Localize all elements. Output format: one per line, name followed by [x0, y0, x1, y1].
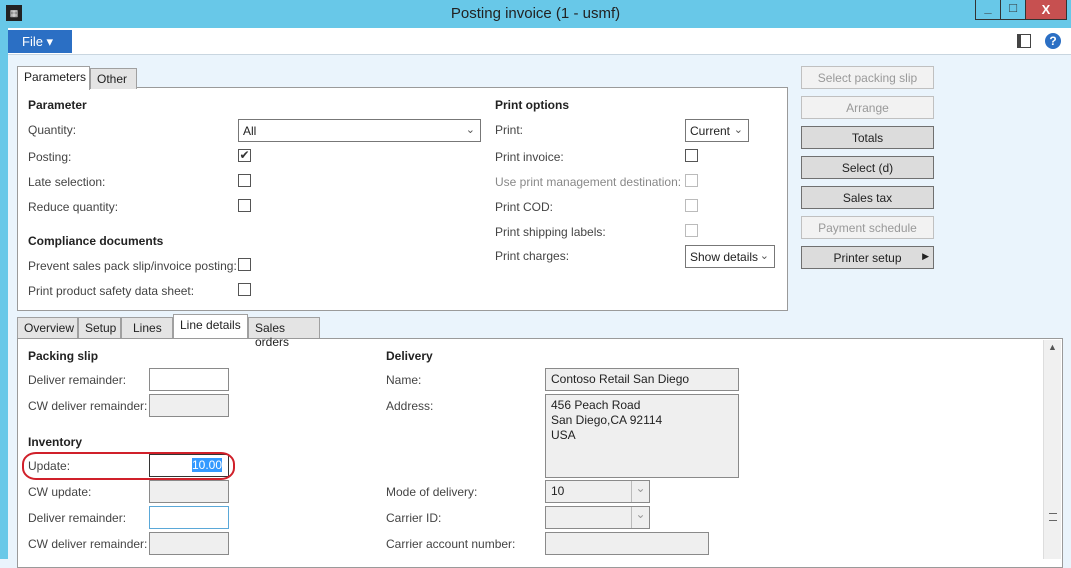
- print-invoice-checkbox[interactable]: [685, 149, 698, 162]
- payment-schedule-button[interactable]: Payment schedule: [801, 216, 934, 239]
- minimize-button[interactable]: _: [975, 0, 1001, 20]
- name-field[interactable]: Contoso Retail San Diego: [545, 368, 739, 391]
- print-select[interactable]: Current ⌄: [685, 119, 749, 142]
- address-label: Address:: [386, 399, 433, 413]
- tab-line-details[interactable]: Line details: [173, 314, 248, 338]
- inv-deliver-remainder-input[interactable]: [149, 506, 229, 529]
- inv-cw-deliver-remainder-label: CW deliver remainder:: [28, 537, 147, 551]
- print-value: Current: [690, 124, 730, 138]
- address-field[interactable]: 456 Peach Road San Diego,CA 92114 USA: [545, 394, 739, 478]
- printer-setup-label: Printer setup: [833, 251, 901, 265]
- packing-slip-heading: Packing slip: [28, 349, 98, 363]
- tab-setup[interactable]: Setup: [78, 317, 121, 338]
- print-shipping-labels-label: Print shipping labels:: [495, 225, 606, 239]
- quantity-select[interactable]: All ⌄: [238, 119, 481, 142]
- late-selection-label: Late selection:: [28, 175, 105, 189]
- maximize-button[interactable]: □: [1000, 0, 1026, 20]
- caret-right-icon: ▶: [922, 251, 929, 262]
- tab-overview[interactable]: Overview: [17, 317, 78, 338]
- name-label: Name:: [386, 373, 421, 387]
- ps-cw-deliver-remainder-label: CW deliver remainder:: [28, 399, 147, 413]
- ps-cw-deliver-remainder-input[interactable]: [149, 394, 229, 417]
- menu-bar: [8, 28, 1071, 55]
- arrange-button[interactable]: Arrange: [801, 96, 934, 119]
- prevent-posting-label: Prevent sales pack slip/invoice posting:: [28, 259, 237, 273]
- address-line: San Diego,CA 92114: [551, 413, 733, 428]
- print-shipping-labels-checkbox[interactable]: [685, 224, 698, 237]
- reduce-quantity-label: Reduce quantity:: [28, 200, 118, 214]
- cw-update-label: CW update:: [28, 485, 91, 499]
- inventory-heading: Inventory: [28, 435, 82, 449]
- address-line: USA: [551, 428, 733, 443]
- help-icon[interactable]: ?: [1045, 33, 1061, 49]
- address-line: 456 Peach Road: [551, 398, 733, 413]
- quantity-value: All: [243, 124, 256, 138]
- print-invoice-label: Print invoice:: [495, 150, 564, 164]
- vertical-scrollbar[interactable]: ▲: [1043, 340, 1061, 559]
- select-packing-slip-button[interactable]: Select packing slip: [801, 66, 934, 89]
- totals-button[interactable]: Totals: [801, 126, 934, 149]
- carrier-account-input[interactable]: [545, 532, 709, 555]
- print-cod-checkbox[interactable]: [685, 199, 698, 212]
- print-label: Print:: [495, 123, 523, 137]
- parameter-heading: Parameter: [28, 98, 87, 112]
- use-print-management-label: Use print management destination:: [495, 175, 681, 189]
- posting-label: Posting:: [28, 150, 71, 164]
- late-selection-checkbox[interactable]: [238, 174, 251, 187]
- carrier-id-label: Carrier ID:: [386, 511, 441, 525]
- safety-sheet-label: Print product safety data sheet:: [28, 284, 194, 298]
- ps-deliver-remainder-label: Deliver remainder:: [28, 373, 126, 387]
- select-button[interactable]: Select (d): [801, 156, 934, 179]
- print-cod-label: Print COD:: [495, 200, 553, 214]
- compliance-heading: Compliance documents: [28, 234, 163, 248]
- cw-update-input[interactable]: [149, 480, 229, 503]
- posting-checkbox[interactable]: ✔: [238, 149, 251, 162]
- chevron-down-icon[interactable]: ⌄: [631, 481, 649, 502]
- prevent-posting-checkbox[interactable]: [238, 258, 251, 271]
- mode-value: 10: [551, 484, 564, 498]
- delivery-heading: Delivery: [386, 349, 433, 363]
- window-border: [0, 28, 8, 559]
- scroll-thumb[interactable]: [1049, 513, 1057, 521]
- close-button[interactable]: X: [1025, 0, 1067, 20]
- mode-of-delivery-select[interactable]: 10 ⌄: [545, 480, 650, 503]
- tab-other[interactable]: Other: [90, 68, 137, 89]
- print-options-heading: Print options: [495, 98, 569, 112]
- carrier-account-label: Carrier account number:: [386, 537, 515, 551]
- use-print-management-checkbox[interactable]: [685, 174, 698, 187]
- mode-of-delivery-label: Mode of delivery:: [386, 485, 477, 499]
- scroll-up-icon[interactable]: ▲: [1048, 342, 1057, 352]
- quantity-label: Quantity:: [28, 123, 76, 137]
- chevron-down-icon[interactable]: ⌄: [631, 507, 649, 528]
- carrier-id-select[interactable]: ⌄: [545, 506, 650, 529]
- tab-parameters[interactable]: Parameters: [17, 66, 90, 90]
- file-menu-button[interactable]: File ▾: [8, 30, 72, 53]
- sales-tax-button[interactable]: Sales tax: [801, 186, 934, 209]
- tab-sales-orders[interactable]: Sales orders: [248, 317, 320, 338]
- window-title: Posting invoice (1 - usmf): [0, 5, 1071, 22]
- chevron-down-icon: ⌄: [466, 123, 475, 136]
- safety-sheet-checkbox[interactable]: [238, 283, 251, 296]
- print-charges-select[interactable]: Show details⌄: [685, 245, 775, 268]
- reduce-quantity-checkbox[interactable]: [238, 199, 251, 212]
- inv-deliver-remainder-label: Deliver remainder:: [28, 511, 126, 525]
- tab-lines[interactable]: Lines: [121, 317, 173, 338]
- ps-deliver-remainder-input[interactable]: [149, 368, 229, 391]
- layout-icon[interactable]: [1017, 34, 1031, 48]
- chevron-down-icon: ⌄: [760, 249, 769, 262]
- chevron-down-icon: ⌄: [734, 123, 743, 136]
- inv-cw-deliver-remainder-input[interactable]: [149, 532, 229, 555]
- printer-setup-button[interactable]: Printer setup ▶: [801, 246, 934, 269]
- highlight-annotation: [22, 452, 235, 480]
- print-charges-value: Show details: [690, 250, 758, 264]
- print-charges-label: Print charges:: [495, 249, 569, 263]
